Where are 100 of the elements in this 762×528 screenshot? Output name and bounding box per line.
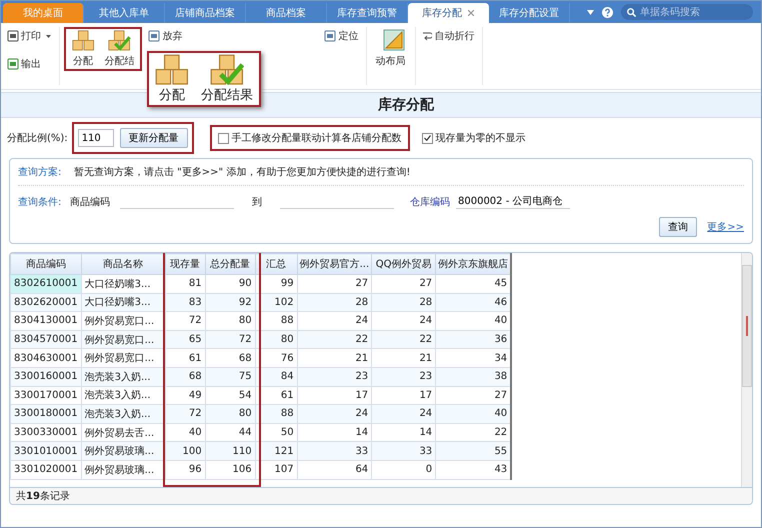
help-icon[interactable] bbox=[602, 6, 613, 18]
table-cell: 24 bbox=[372, 404, 436, 424]
table-cell: 例外贸易宽口... bbox=[81, 348, 166, 368]
input-field[interactable]: 8000002 - 公司电商仓 bbox=[456, 194, 570, 209]
table-cell: 84 bbox=[255, 367, 298, 386]
table-cell: 88 bbox=[255, 312, 298, 330]
query-button[interactable]: 查询 bbox=[659, 217, 698, 237]
table-cell: 例外贸易玻璃... bbox=[81, 442, 166, 460]
allocate-result-button[interactable]: 分配结 bbox=[100, 28, 138, 70]
column-header[interactable]: 商品名称 bbox=[81, 254, 166, 274]
table-cell: 99 bbox=[255, 274, 298, 294]
table-cell: 24 bbox=[297, 404, 372, 424]
table-cell: 8304130001 bbox=[10, 312, 82, 330]
tab[interactable]: 商品档案 bbox=[246, 3, 327, 23]
caret-icon bbox=[46, 34, 51, 38]
table-cell: 24 bbox=[372, 312, 436, 330]
allocate-button[interactable]: 分配 bbox=[68, 28, 98, 70]
allocate-result-button[interactable]: 分配结果 bbox=[200, 54, 253, 104]
table-cell: 23 bbox=[372, 367, 436, 386]
column-header[interactable]: 汇总 bbox=[255, 254, 298, 274]
table-cell: 3300160001 bbox=[10, 367, 82, 386]
more-link[interactable]: 更多>> bbox=[707, 220, 744, 234]
table-cell: 33 bbox=[297, 442, 372, 460]
table-cell: 大口径奶嘴3... bbox=[81, 274, 166, 294]
tab[interactable]: 其他入库单 bbox=[84, 3, 165, 23]
page-title: 库存分配 bbox=[378, 96, 434, 114]
locate-button[interactable]: 定位 bbox=[322, 27, 360, 45]
auto-layout-button[interactable]: 动布局 bbox=[371, 27, 410, 70]
table-cell: 80 bbox=[205, 404, 256, 424]
print-button[interactable]: 打印 bbox=[5, 27, 53, 45]
table-cell: 3301020001 bbox=[10, 460, 82, 480]
search-icon bbox=[627, 8, 636, 16]
column-header[interactable]: QQ例外贸易 bbox=[372, 254, 436, 274]
search-input[interactable]: 单据条码搜索 bbox=[640, 6, 740, 18]
checkbox[interactable]: 手工修改分配量联动计算各店铺分配数 bbox=[218, 131, 402, 145]
table-cell: 3301010001 bbox=[10, 442, 82, 460]
column-header[interactable]: 例外贸易官方... bbox=[297, 254, 372, 274]
tab[interactable]: 库存分配设置 bbox=[489, 3, 570, 23]
wrap-icon bbox=[422, 31, 432, 41]
table-cell: 61 bbox=[165, 348, 206, 368]
table-cell: 106 bbox=[205, 460, 256, 480]
boxes-check-icon bbox=[108, 30, 131, 51]
table-cell: 81 bbox=[165, 274, 206, 294]
table-cell: 例外贸易玻璃... bbox=[81, 460, 166, 480]
column-header[interactable]: 例外京东旗舰店 bbox=[436, 254, 512, 274]
table-cell: 27 bbox=[297, 274, 372, 294]
table-cell: 96 bbox=[165, 460, 206, 480]
update-button[interactable]: 更新分配量 bbox=[120, 128, 188, 148]
table-cell: 8304630001 bbox=[10, 348, 82, 368]
checkbox-box[interactable] bbox=[422, 132, 433, 144]
checkbox[interactable]: 现存量为零的不显示 bbox=[422, 131, 526, 145]
column-header[interactable]: 现存量 bbox=[165, 254, 206, 274]
table-cell: 121 bbox=[255, 442, 298, 460]
record-count: 共19条记录 bbox=[9, 488, 753, 505]
table-cell: 3300180001 bbox=[10, 404, 82, 424]
scheme-hint: 暂无查询方案，请点击 "更多>>" 添加，有助于您更加方便快捷的进行查询! bbox=[74, 166, 410, 179]
table-cell: 68 bbox=[205, 348, 256, 368]
table-cell: 110 bbox=[205, 442, 256, 460]
table-cell: 72 bbox=[165, 404, 206, 424]
table-cell: 24 bbox=[297, 312, 372, 330]
table-cell: 27 bbox=[372, 274, 436, 294]
export-button[interactable]: 输出 bbox=[5, 55, 53, 73]
checkbox-box[interactable] bbox=[218, 132, 229, 144]
scrollbar[interactable] bbox=[741, 253, 752, 487]
close-icon[interactable] bbox=[468, 10, 474, 16]
boxes-icon bbox=[155, 54, 189, 86]
table-cell: 21 bbox=[297, 348, 372, 368]
table-cell: 68 bbox=[165, 367, 206, 386]
table-cell: 100 bbox=[165, 442, 206, 460]
table-cell: 泡壳装3入奶... bbox=[81, 367, 166, 386]
table-cell: 107 bbox=[255, 460, 298, 480]
table-cell: 泡壳装3入奶... bbox=[81, 404, 166, 424]
layout-icon bbox=[383, 29, 406, 51]
table-cell: 0 bbox=[372, 460, 436, 480]
field-label: 商品编码 bbox=[70, 196, 111, 208]
field-label: 到 bbox=[252, 196, 262, 208]
table-cell: 64 bbox=[297, 460, 372, 480]
allocate-button[interactable]: 分配 bbox=[155, 54, 189, 104]
table-cell: 8302610001 bbox=[10, 274, 82, 294]
tab[interactable]: 库存分配 bbox=[408, 3, 489, 23]
table-cell: 33 bbox=[372, 442, 436, 460]
table-cell: 21 bbox=[372, 348, 436, 368]
column-header[interactable]: 总分配量 bbox=[205, 254, 256, 274]
column-header[interactable]: 商品编码 bbox=[10, 254, 82, 274]
table-cell: 88 bbox=[255, 404, 298, 424]
discard-button[interactable]: 放弃 bbox=[146, 27, 184, 45]
table-cell: 76 bbox=[255, 348, 298, 368]
dropdown-icon[interactable] bbox=[587, 10, 594, 14]
ratio-label: 分配比例(%): bbox=[7, 132, 68, 145]
table-cell: 75 bbox=[205, 367, 256, 386]
tab[interactable]: 店铺商品档案 bbox=[165, 3, 246, 23]
ratio-input[interactable]: 110 bbox=[78, 129, 114, 147]
table-cell: 23 bbox=[297, 367, 372, 386]
auto-wrap-button[interactable]: 自动折行 bbox=[420, 27, 476, 45]
table-cell: 80 bbox=[205, 312, 256, 330]
field-label: 仓库编码 bbox=[410, 196, 450, 208]
condition-label: 查询条件: bbox=[18, 196, 62, 208]
table-cell: 90 bbox=[205, 274, 256, 294]
scheme-label: 查询方案: bbox=[18, 166, 62, 179]
search-field[interactable]: 单据条码搜索 bbox=[621, 4, 753, 20]
